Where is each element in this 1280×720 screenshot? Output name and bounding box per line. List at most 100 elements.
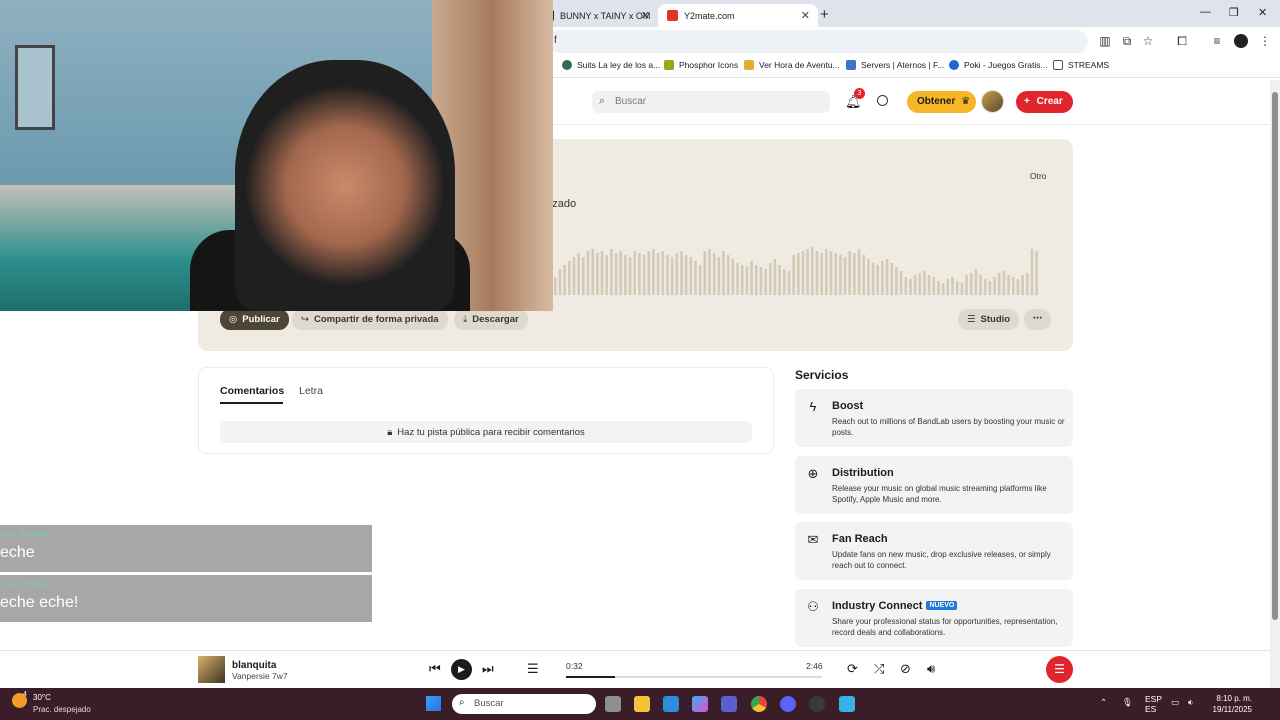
obtener-button[interactable]: Obtener ♛: [907, 91, 976, 113]
waveform-bar: [1002, 271, 1006, 295]
bookmark-label: Ver Hora de Aventu...: [759, 60, 840, 70]
search-input[interactable]: ⌕ Buscar: [592, 91, 830, 113]
service-industry-connect[interactable]: ⚇ Industry Connect NUEVO Share your profe…: [795, 589, 1073, 647]
close-tab-icon[interactable]: ✕: [641, 9, 650, 22]
task-view-icon[interactable]: [605, 696, 621, 712]
player-track-artist[interactable]: Vanpersie 7w7: [232, 671, 288, 681]
waveform-bar: [568, 261, 571, 295]
browser-tab-1[interactable]: BUNNY x TAINY x OM ✕: [548, 4, 658, 27]
chrome-icon[interactable]: [751, 696, 767, 712]
temperature[interactable]: 30°C: [33, 693, 51, 702]
waveform-bar: [717, 257, 721, 295]
restore-icon[interactable]: ❐: [1229, 6, 1239, 19]
microphone-icon[interactable]: 🎙︎: [1122, 697, 1133, 708]
page-scrollbar[interactable]: [1270, 80, 1280, 690]
service-boost[interactable]: ϟ Boost Reach out to millions of BandLab…: [795, 389, 1073, 447]
waveform-bar: [909, 279, 912, 295]
repeat-icon[interactable]: ⟳: [847, 661, 858, 677]
speaker-icon[interactable]: 🔉︎: [1188, 697, 1193, 708]
waveform-bar: [605, 255, 608, 295]
teams-icon[interactable]: [721, 696, 737, 712]
notepad-icon[interactable]: [839, 696, 855, 712]
waveform-bar: [656, 253, 660, 295]
globe-icon: ◎: [229, 314, 238, 325]
taskbar-search[interactable]: ⌕ Buscar: [452, 694, 596, 714]
waveform-bar: [736, 263, 739, 295]
tab-letra[interactable]: Letra: [299, 385, 323, 397]
service-distribution[interactable]: ⊕ Distribution Release your music on glo…: [795, 456, 1073, 514]
share-private-button[interactable]: ↪ Compartir de forma privada: [292, 309, 448, 330]
waveform-bar: [628, 257, 632, 295]
track-cover[interactable]: [198, 656, 225, 683]
shuffle-icon[interactable]: ⤮: [874, 661, 884, 677]
no-repeat-icon[interactable]: ⊘: [900, 661, 911, 677]
chat-text: eche: [0, 544, 35, 561]
waveform-bar: [927, 275, 931, 295]
active-tab-underline: [220, 402, 283, 404]
progress-bar[interactable]: [566, 676, 822, 678]
bookmark-item[interactable]: Suits La ley de los a...: [562, 60, 660, 70]
previous-icon[interactable]: ⏮︎: [429, 661, 441, 677]
language-indicator[interactable]: ESP ES: [1145, 694, 1162, 714]
taskbar-search-placeholder: Buscar: [474, 698, 504, 709]
waveform[interactable]: [554, 235, 1040, 295]
volume-icon[interactable]: 🔊︎: [927, 661, 935, 677]
profile-icon[interactable]: [1234, 34, 1248, 48]
waveform-bar: [783, 269, 786, 295]
bookmark-item[interactable]: Ver Hora de Aventu...: [744, 60, 840, 70]
waveform-bar: [801, 251, 805, 295]
service-fan-reach[interactable]: ✉ Fan Reach Update fans on new music, dr…: [795, 522, 1073, 580]
waveform-bar: [899, 271, 903, 295]
player-track-title[interactable]: blanquita: [232, 660, 276, 671]
vscode-icon[interactable]: [663, 696, 679, 712]
play-button[interactable]: ▶: [451, 659, 472, 680]
network-icon[interactable]: ▭: [1171, 697, 1179, 708]
extensions-icon[interactable]: ⧠: [1175, 34, 1189, 48]
reading-mode-icon[interactable]: ▥: [1098, 34, 1112, 48]
playlist-icon[interactable]: ☰: [527, 661, 539, 677]
bookmark-item[interactable]: Servers | Aternos | F...: [846, 60, 944, 70]
crear-button[interactable]: + Crear: [1016, 91, 1073, 113]
bookmark-folder[interactable]: STREAMS: [1053, 60, 1109, 70]
waveform-bar: [881, 261, 884, 295]
download-button[interactable]: ⤓ Descargar: [454, 309, 528, 330]
waveform-bar: [951, 277, 954, 295]
address-bar[interactable]: f: [548, 30, 1088, 53]
discord-icon[interactable]: [780, 696, 796, 712]
bookmark-item[interactable]: Poki - Juegos Gratis...: [949, 60, 1048, 70]
tab-comentarios[interactable]: Comentarios: [220, 385, 284, 397]
messages-icon[interactable]: [877, 95, 888, 106]
menu-kebab-icon[interactable]: ⋮: [1258, 34, 1272, 48]
tray-chevron-icon[interactable]: ⌃: [1100, 697, 1107, 708]
publicar-button[interactable]: ◎ Publicar: [220, 309, 289, 330]
folder-icon: [1053, 60, 1063, 70]
avatar[interactable]: [981, 90, 1004, 113]
windows-start-icon[interactable]: [426, 696, 441, 711]
install-app-icon[interactable]: ⧉: [1120, 34, 1134, 48]
bookmark-star-icon[interactable]: ☆: [1141, 34, 1155, 48]
scrollbar-thumb[interactable]: [1272, 92, 1278, 620]
browser-tab-2[interactable]: Y2mate.com ✕: [658, 4, 818, 27]
genre-tag[interactable]: Otro: [1030, 171, 1047, 181]
more-options-button[interactable]: ⋯: [1024, 309, 1051, 330]
obs-icon[interactable]: [809, 696, 825, 712]
clock[interactable]: 8:10 p. m. 19/11/2025: [1209, 693, 1252, 715]
waveform-bar: [638, 253, 641, 295]
waveform-bar: [1016, 279, 1020, 295]
service-desc: Reach out to millions of BandLab users b…: [832, 417, 1065, 437]
next-icon[interactable]: ⏭︎: [482, 661, 494, 677]
waveform-bar: [572, 257, 576, 295]
media-control-icon[interactable]: ≡: [1210, 34, 1224, 48]
copilot-icon[interactable]: [692, 696, 708, 712]
queue-button[interactable]: ☰: [1046, 656, 1073, 683]
waveform-bar: [941, 283, 945, 295]
waveform-bar: [577, 253, 580, 295]
file-explorer-icon[interactable]: [634, 696, 650, 712]
new-tab-icon[interactable]: +: [820, 6, 829, 23]
close-window-icon[interactable]: ✕: [1258, 6, 1267, 19]
waveform-bar: [610, 249, 613, 295]
studio-button[interactable]: ☰ Studio: [958, 309, 1020, 330]
close-tab-icon[interactable]: ✕: [801, 9, 810, 22]
minimize-icon[interactable]: —: [1200, 6, 1211, 18]
bookmark-item[interactable]: Phosphor Icons: [664, 60, 738, 70]
